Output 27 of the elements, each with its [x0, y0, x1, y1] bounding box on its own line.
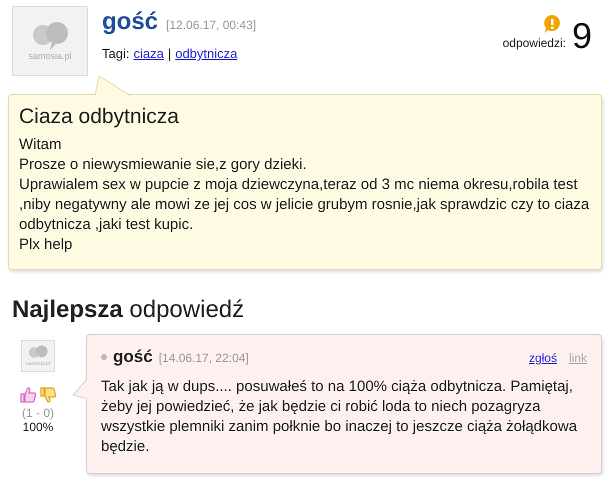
speech-bubbles-icon — [30, 21, 70, 51]
author-name[interactable]: gość — [102, 8, 158, 36]
tags-label: Tagi: — [102, 46, 130, 61]
thumbs-down-icon[interactable] — [39, 386, 57, 404]
vote-percent: 100% — [22, 420, 54, 434]
answers-count: 9 — [572, 18, 592, 54]
tag-link[interactable]: ciaza — [133, 46, 164, 61]
post-date: [12.06.17, 00:43] — [166, 18, 256, 32]
post-date: [14.06.17, 22:04] — [158, 351, 249, 365]
thumbs-up-icon[interactable] — [19, 386, 37, 404]
report-link[interactable]: zgłoś — [528, 351, 557, 365]
vote-count: (1 - 0) — [22, 406, 54, 420]
speech-bubbles-icon — [27, 345, 49, 361]
question-paragraph: Prosze o niewysmiewanie sie,z gory dzieki. — [19, 155, 308, 175]
tag-separator: | — [168, 46, 172, 61]
question-title: Ciaza odbytnicza — [19, 105, 180, 129]
question-bubble-icon — [542, 14, 562, 34]
avatar-label: samosia.pl — [28, 51, 72, 61]
section-heading: Najlepsza odpowiedź — [12, 296, 246, 324]
author-name[interactable]: gość — [113, 347, 153, 367]
status-dot — [101, 354, 107, 360]
question-paragraph: Witam — [19, 135, 62, 155]
question-paragraph: Plx help — [19, 235, 74, 255]
tag-link[interactable]: odbytnicza — [175, 46, 238, 61]
answer-text: Tak jak ją w dups.... posuwałeś to na 100% ciąża odbytnicza. Pamiętaj, żeby jej powiedzieć, że jak będzie ci robić loda to niech pozagryza wszystkie plemniki zanim połknie bo inaczej to jeszcze ciąża żołądkowa będzie. — [101, 377, 578, 457]
question-paragraph: Uprawialem sex w pupcie z moja dziewczyna,teraz od 3 mc niema okresu,robila test ,niby negatywny ale mowi ze jej cos w jelicie grubym rosnie,jak sprawdzic czy to ciaza odbytnicza ,jaki test kupic. — [19, 175, 590, 235]
answers-label: odpowiedzi: — [502, 36, 566, 52]
